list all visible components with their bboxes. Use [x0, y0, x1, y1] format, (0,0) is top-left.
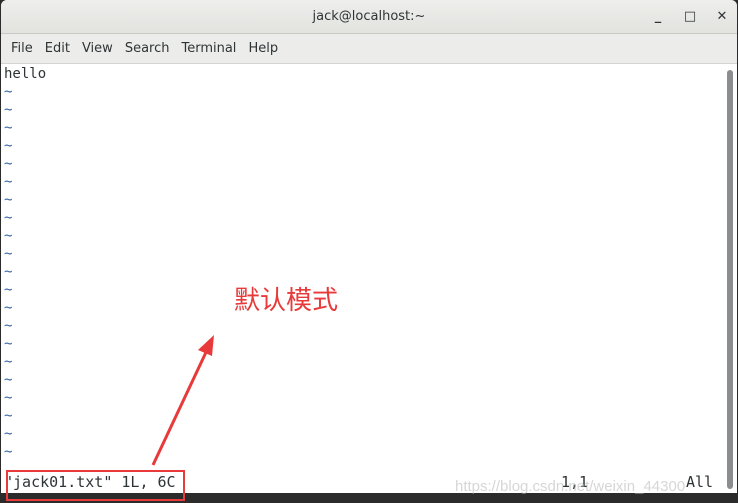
empty-line-tilde: ~	[4, 300, 13, 316]
empty-line-tilde: ~	[4, 264, 13, 280]
empty-line-tilde: ~	[4, 138, 13, 154]
empty-line-tilde: ~	[4, 174, 13, 190]
empty-line-tilde: ~	[4, 318, 13, 334]
empty-line-tilde: ~	[4, 192, 13, 208]
annotation-label: 默认模式	[234, 286, 339, 316]
empty-line-tilde: ~	[4, 444, 13, 460]
menu-help[interactable]: Help	[242, 41, 284, 56]
empty-line-tilde: ~	[4, 210, 13, 226]
scrollbar-thumb[interactable]	[727, 70, 733, 489]
title-bar: jack@localhost:~ _ □ ✕	[1, 0, 737, 34]
window-title: jack@localhost:~	[312, 9, 426, 24]
empty-line-tilde: ~	[4, 156, 13, 172]
empty-line-tilde: ~	[4, 354, 13, 370]
terminal-area[interactable]: hello ~ ~ ~ ~ ~ ~ ~ ~ ~ ~ ~ ~ ~ ~ ~ ~ ~ ~ ~ ~ ~ "jack01.txt"…	[1, 64, 724, 493]
menu-bar: File Edit View Search Terminal Help	[1, 34, 737, 64]
scroll-position: All	[686, 473, 714, 491]
empty-line-tilde: ~	[4, 84, 13, 100]
empty-line-tilde: ~	[4, 228, 13, 244]
vim-status-line: "jack01.txt" 1L, 6C 1,1 All	[1, 471, 724, 493]
maximize-button[interactable]: □	[683, 0, 697, 33]
empty-line-tilde: ~	[4, 390, 13, 406]
menu-view[interactable]: View	[76, 41, 119, 56]
menu-terminal[interactable]: Terminal	[175, 41, 242, 56]
menu-search[interactable]: Search	[119, 41, 176, 56]
empty-line-tilde: ~	[4, 102, 13, 118]
empty-line-tilde: ~	[4, 246, 13, 262]
empty-line-tilde: ~	[4, 282, 13, 298]
empty-line-tilde: ~	[4, 408, 13, 424]
empty-line-tilde: ~	[4, 120, 13, 136]
minimize-button[interactable]: _	[651, 0, 665, 33]
empty-line-tilde: ~	[4, 372, 13, 388]
scrollbar[interactable]	[724, 64, 737, 493]
text-line: hello	[4, 66, 47, 82]
file-info: "jack01.txt" 1L, 6C	[4, 473, 176, 491]
terminal-window: jack@localhost:~ _ □ ✕ File Edit View Se…	[1, 0, 737, 493]
empty-line-tilde: ~	[4, 426, 13, 442]
cursor-position: 1,1	[561, 473, 589, 491]
close-button[interactable]: ✕	[715, 0, 729, 33]
empty-line-tilde: ~	[4, 336, 13, 352]
menu-edit[interactable]: Edit	[39, 41, 76, 56]
menu-file[interactable]: File	[5, 41, 39, 56]
